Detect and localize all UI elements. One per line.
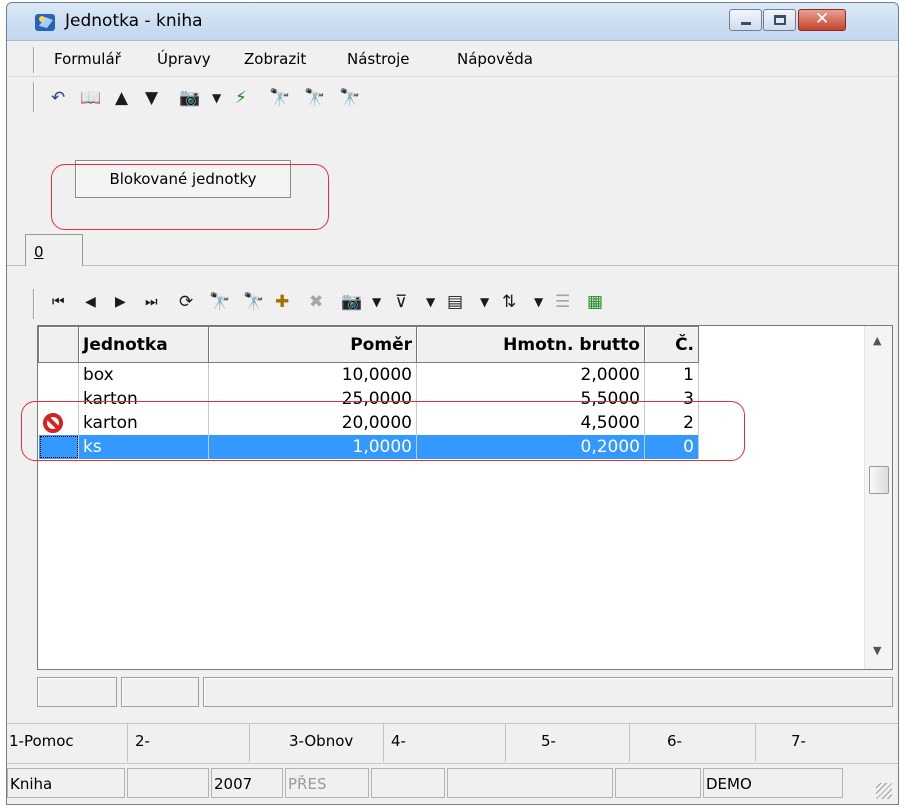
fkey-divider [383, 724, 384, 762]
tab-0[interactable]: 0 [25, 234, 83, 266]
minimize-icon [741, 22, 751, 25]
dropdown-icon[interactable]: ▼ [212, 88, 221, 108]
camera-icon[interactable]: 📷 [179, 88, 200, 108]
menu-upravy[interactable]: Úpravy [157, 50, 211, 68]
menu-zobrazit[interactable]: Zobrazit [244, 50, 306, 68]
book-icon[interactable]: 📖 [80, 88, 101, 108]
menu-napoveda[interactable]: Nápověda [457, 50, 533, 68]
fkey-divider [127, 724, 128, 762]
status-panel [615, 768, 701, 798]
header-jednotka[interactable]: Jednotka [78, 326, 209, 363]
fkey-divider [249, 724, 250, 762]
resize-grip-icon[interactable] [876, 783, 892, 799]
cell-cislo[interactable]: 1 [644, 362, 699, 387]
menu-bar: Formulář Úpravy Zobrazit Nástroje Nápově… [7, 41, 898, 77]
fkey-2[interactable]: 2- [135, 732, 150, 750]
cell-brutto[interactable]: 2,0000 [416, 362, 645, 387]
cell-pomer[interactable]: 10,0000 [208, 362, 417, 387]
find-icon[interactable]: 🔭 [209, 291, 230, 313]
maximize-icon [774, 15, 786, 25]
summary-cell [37, 677, 117, 707]
status-database: DEMO [703, 768, 843, 798]
row-indicator[interactable] [38, 362, 79, 387]
menu-formular[interactable]: Formulář [54, 50, 121, 68]
grid-toolbar-grip[interactable] [33, 289, 35, 319]
first-icon[interactable]: ⏮ [52, 291, 65, 313]
scroll-down-icon[interactable]: ▼ [873, 644, 881, 657]
status-bar: Kniha 2007 PŘES DEMO [7, 763, 898, 805]
binoculars-next-icon[interactable]: 🔭 [304, 88, 325, 108]
status-year: 2007 [211, 768, 283, 798]
binoculars-prev-icon[interactable]: 🔭 [339, 88, 360, 108]
dropdown-icon[interactable]: ▼ [534, 291, 543, 313]
status-agenda: Kniha [7, 768, 125, 798]
status-panel [127, 768, 209, 798]
fkey-3[interactable]: 3-Obnov [289, 732, 353, 750]
app-icon [35, 14, 55, 31]
refresh-icon[interactable]: ⟳ [179, 291, 193, 313]
fkey-5[interactable]: 5- [541, 732, 556, 750]
highlight-rows-box [21, 401, 745, 461]
window-title: Jednotka - kniha [65, 11, 203, 31]
dropdown-icon[interactable]: ▼ [480, 291, 489, 313]
last-icon[interactable]: ⏭ [145, 291, 158, 313]
function-keys-bar: 1-Pomoc 2- 3-Obnov 4- 5- 6- 7- [7, 723, 898, 762]
menu-nastroje[interactable]: Nástroje [347, 50, 410, 68]
status-panel [371, 768, 445, 798]
status-panel [447, 768, 613, 798]
scroll-thumb[interactable] [869, 466, 889, 494]
title-bar[interactable]: Jednotka - kniha ✕ [7, 3, 898, 41]
camera-icon[interactable]: 📷 [341, 291, 362, 313]
fkey-1[interactable]: 1-Pomoc [9, 732, 74, 750]
grid-header-row: Jednotka Poměr Hmotn. brutto Č. [38, 326, 699, 363]
undo-icon[interactable]: ↶ [51, 88, 65, 108]
maximize-button[interactable] [763, 9, 796, 31]
header-pomer[interactable]: Poměr [208, 326, 417, 363]
fkey-7[interactable]: 7- [791, 732, 806, 750]
arrow-up-icon[interactable]: ▲ [115, 88, 128, 108]
binoculars-icon[interactable]: 🔭 [269, 88, 290, 108]
header-cislo[interactable]: Č. [644, 326, 699, 363]
tab-strip: 0 [7, 230, 898, 266]
dropdown-icon[interactable]: ▼ [426, 291, 435, 313]
highlight-button-box [51, 164, 329, 230]
next-icon[interactable]: ▶ [115, 291, 126, 313]
excel-icon[interactable]: ▦ [587, 291, 603, 313]
list-icon: ☰ [555, 292, 571, 312]
fkey-divider [755, 724, 756, 762]
fkey-divider [505, 724, 506, 762]
vertical-scrollbar[interactable]: ▲ ▼ [864, 326, 892, 669]
filter-icon[interactable]: ⊽ [395, 291, 407, 313]
add-icon[interactable]: ✚ [275, 291, 289, 313]
export-icon[interactable]: ▤ [447, 291, 463, 313]
fkey-4[interactable]: 4- [391, 732, 406, 750]
summary-cell [121, 677, 199, 707]
prev-icon[interactable]: ◀ [85, 291, 96, 313]
main-toolbar: ↶ 📖 ▲ ▼ 📷 ▼ ⚡ 🔭 🔭 🔭 [7, 78, 898, 116]
cell-jednotka[interactable]: box [78, 362, 209, 387]
find-disabled-icon: 🔭 [243, 292, 265, 312]
dropdown-icon[interactable]: ▼ [372, 291, 381, 313]
toolbar-grip[interactable] [33, 82, 35, 112]
minimize-button[interactable] [729, 9, 762, 31]
menu-grip[interactable] [33, 47, 35, 73]
filter-green-icon[interactable]: ⚡ [235, 88, 247, 108]
table-row[interactable]: box 10,0000 2,0000 1 [38, 362, 699, 387]
fkey-divider [629, 724, 630, 762]
fkey-6[interactable]: 6- [667, 732, 682, 750]
header-indicator [38, 326, 79, 363]
close-button[interactable]: ✕ [798, 9, 846, 31]
status-mode: PŘES [285, 768, 369, 798]
scroll-up-icon[interactable]: ▲ [873, 334, 881, 347]
grid-toolbar: ⏮ ◀ ▶ ⏭ ⟳ 🔭 🔭 ✚ ✖ 📷 ▼ ⊽ ▼ ▤ ▼ ⇅ ▼ ☰ ▦ [7, 285, 898, 323]
header-brutto[interactable]: Hmotn. brutto [416, 326, 645, 363]
summary-row [37, 673, 893, 709]
delete-icon: ✖ [309, 292, 324, 312]
sort-icon[interactable]: ⇅ [502, 291, 516, 313]
close-icon: ✕ [815, 9, 830, 29]
summary-cell [203, 677, 893, 707]
app-window: Jednotka - kniha ✕ Formulář Úpravy Zobra… [6, 2, 899, 805]
data-grid: Jednotka Poměr Hmotn. brutto Č. box 10,0… [37, 325, 893, 670]
arrow-down-icon[interactable]: ▼ [145, 88, 158, 108]
